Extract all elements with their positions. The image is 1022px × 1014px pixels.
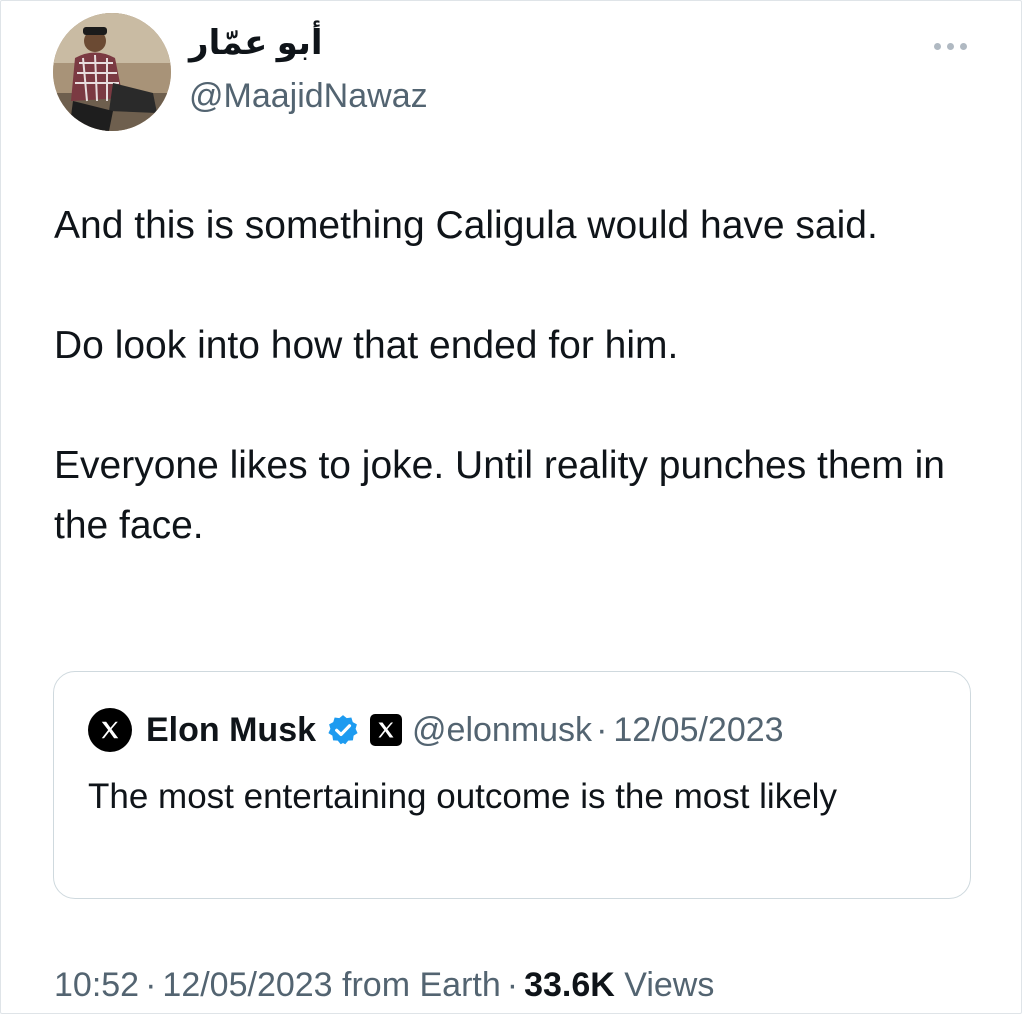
quoted-tweet-card[interactable]: Elon Musk @elonmusk · 12/05/2023 The mos… — [53, 671, 971, 899]
tweet-text: And this is something Caligula would hav… — [54, 196, 954, 556]
tweet-metadata: 10:52 · 12/05/2023 from Earth · 33.6K Views — [54, 963, 714, 1007]
separator-dot: · — [145, 966, 157, 1004]
tweet-time[interactable]: 10:52 — [54, 966, 139, 1004]
tweet-paragraph: Everyone likes to joke. Until reality pu… — [54, 444, 945, 547]
more-dot-icon — [946, 42, 954, 50]
quoted-tweet-date[interactable]: 12/05/2023 — [613, 711, 783, 750]
verified-badge-icon — [326, 713, 360, 747]
separator-dot: · — [596, 710, 608, 749]
author-avatar[interactable] — [53, 13, 171, 131]
quoted-author-handle[interactable]: @elonmusk — [412, 711, 592, 750]
views-label[interactable]: Views — [624, 966, 714, 1004]
tweet-paragraph: And this is something Caligula would hav… — [54, 204, 878, 247]
quoted-author-name[interactable]: Elon Musk — [146, 711, 316, 750]
more-options-button[interactable] — [925, 31, 975, 61]
tweet-date-source[interactable]: 12/05/2023 from Earth — [162, 966, 500, 1004]
quoted-tweet-header: Elon Musk @elonmusk · 12/05/2023 — [88, 706, 784, 754]
x-logo-icon — [101, 721, 119, 739]
tweet-card: أبو عمّار @MaajidNawaz And this is somet… — [0, 0, 1022, 1014]
x-affiliation-icon — [370, 714, 403, 746]
more-dot-icon — [959, 42, 967, 50]
tweet-paragraph: Do look into how that ended for him. — [54, 324, 679, 367]
more-dot-icon — [933, 42, 941, 50]
quoted-author-avatar[interactable] — [88, 708, 132, 752]
quoted-tweet-text: The most entertaining outcome is the mos… — [88, 777, 837, 816]
separator-dot: · — [506, 966, 519, 1004]
author-display-name[interactable]: أبو عمّار — [189, 23, 323, 63]
author-handle[interactable]: @MaajidNawaz — [189, 76, 428, 116]
views-count[interactable]: 33.6K — [524, 966, 615, 1004]
avatar-photo — [53, 13, 171, 131]
